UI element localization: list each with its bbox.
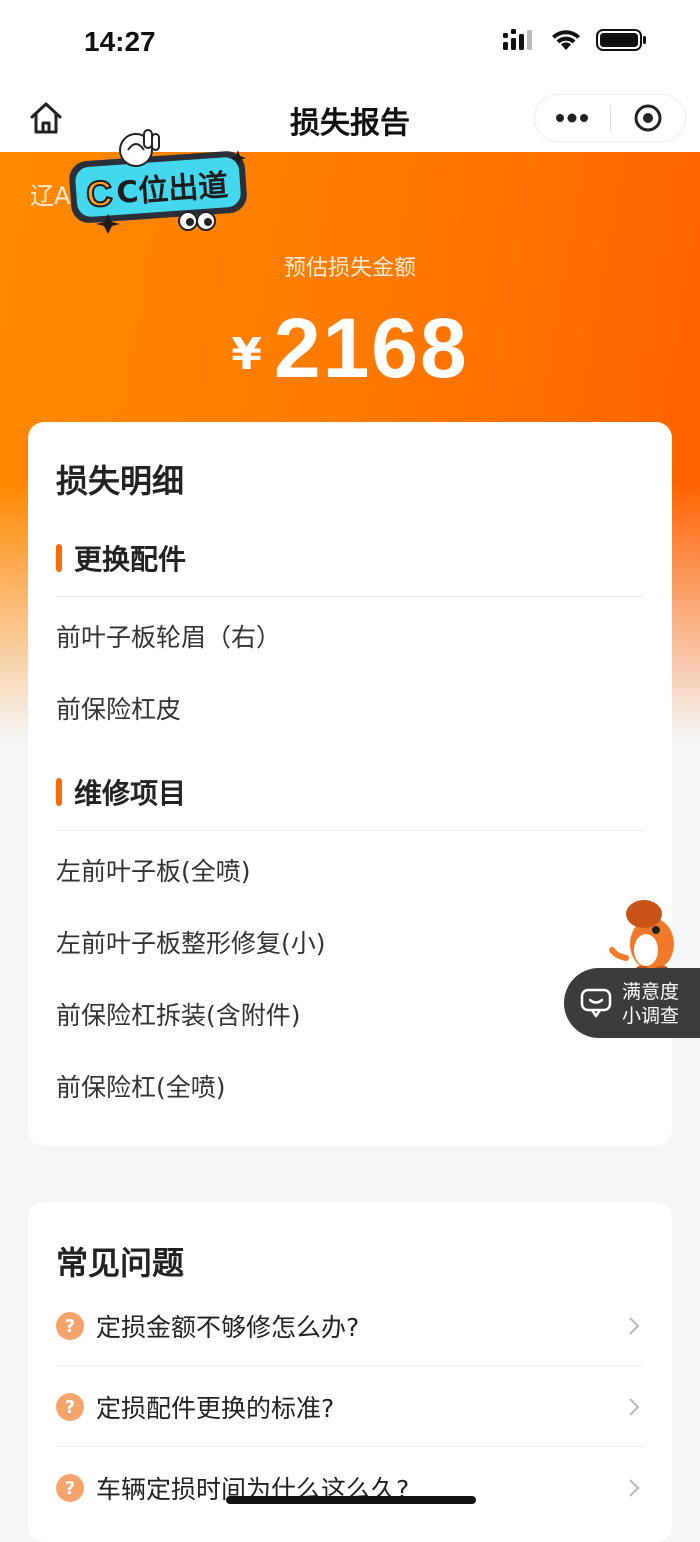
list-item: 前保险杠(全喷) — [56, 1073, 226, 1102]
question-mark-icon: ? — [56, 1474, 84, 1502]
list-item: 前叶子板轮眉（右） — [56, 623, 282, 652]
more-dots-icon — [556, 113, 589, 123]
section-repair-items: 维修项目 — [56, 772, 186, 812]
miniprogram-capsule — [534, 94, 686, 142]
target-close-icon — [634, 104, 662, 132]
faq-item[interactable]: ? 定损配件更换的标准? — [56, 1367, 644, 1447]
cellular-signal-icon — [503, 29, 532, 50]
section-divider — [56, 830, 644, 831]
satisfaction-survey-button[interactable]: 满意度 小调查 — [564, 968, 700, 1038]
faq-item[interactable]: ? 车辆定损时间为什么这么久? — [56, 1448, 644, 1528]
more-button[interactable] — [535, 95, 610, 141]
survey-label-line2: 小调查 — [622, 1005, 680, 1027]
status-bar: 14:27 — [0, 0, 700, 86]
list-item: 左前叶子板(全喷) — [56, 857, 251, 886]
section-accent-bar — [56, 544, 62, 572]
chevron-right-icon — [629, 1479, 640, 1497]
estimated-loss-label: 预估损失金额 — [283, 256, 416, 281]
section-title: 维修项目 — [74, 777, 187, 810]
close-miniprogram-button[interactable] — [611, 95, 686, 141]
status-icons — [502, 28, 648, 52]
section-title: 更换配件 — [74, 543, 187, 576]
section-accent-bar — [56, 778, 62, 806]
survey-label: 满意度 小调查 — [622, 980, 679, 1028]
horse-mascot-icon[interactable] — [606, 896, 690, 976]
faq-card: 常见问题 ? 定损金额不够修怎么办? ? 定损配件更换的标准? ? 车辆定损时间… — [28, 1202, 672, 1542]
svg-text:C: C — [85, 172, 114, 215]
list-item: 前保险杠皮 — [56, 695, 182, 724]
currency-symbol: ¥ — [231, 329, 262, 380]
section-replace-parts: 更换配件 — [56, 538, 186, 578]
list-item: 前保险杠拆装(含附件) — [56, 1001, 301, 1030]
faq-question: 定损金额不够修怎么办? — [96, 1313, 360, 1342]
faq-title: 常见问题 — [56, 1244, 185, 1282]
chevron-right-icon — [629, 1317, 640, 1335]
chevron-right-icon — [629, 1398, 640, 1416]
wifi-icon — [552, 30, 580, 50]
status-time: 14:27 — [84, 26, 156, 57]
loss-detail-title: 损失明细 — [56, 462, 185, 500]
list-item: 左前叶子板整形修复(小) — [56, 929, 326, 958]
battery-icon — [596, 29, 646, 51]
section-divider — [56, 596, 644, 597]
question-mark-icon: ? — [56, 1312, 84, 1340]
chat-bubble-icon — [580, 988, 612, 1018]
question-mark-icon: ? — [56, 1393, 84, 1421]
faq-item[interactable]: ? 定损金额不够修怎么办? — [56, 1286, 644, 1366]
faq-divider — [56, 1446, 644, 1447]
amount-value: 2168 — [273, 301, 469, 395]
home-indicator[interactable] — [226, 1496, 476, 1504]
survey-label-line1: 满意度 — [622, 981, 680, 1003]
c-position-sticker: C C位出道 — [69, 129, 247, 234]
faq-question: 定损配件更换的标准? — [96, 1394, 335, 1423]
faq-divider — [56, 1365, 644, 1366]
estimated-loss-amount: ¥2168 — [0, 300, 700, 397]
loss-detail-card: 损失明细 更换配件 前叶子板轮眉（右） 前保险杠皮 维修项目 左前叶子板(全喷)… — [28, 422, 672, 1146]
